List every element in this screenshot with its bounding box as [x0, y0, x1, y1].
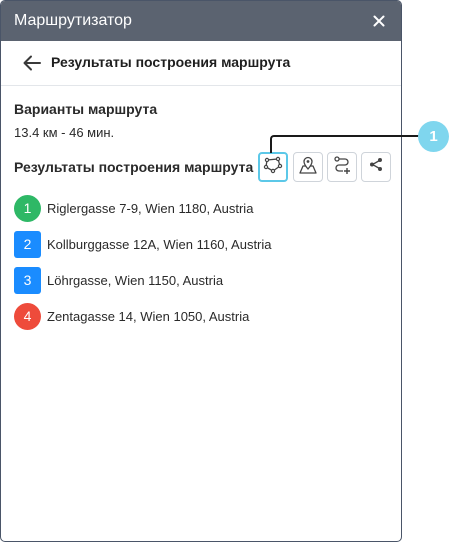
share-button[interactable]	[361, 152, 391, 182]
route-summary: 13.4 км - 46 мин.	[14, 125, 115, 140]
share-icon	[366, 155, 386, 180]
router-panel: Маршрутизатор Результаты построения марш…	[0, 0, 402, 542]
variants-label: Варианты маршрута	[14, 101, 158, 117]
stop-number-badge: 2	[14, 230, 41, 258]
show-on-map-button[interactable]	[293, 152, 323, 182]
callout-badge: 1	[418, 121, 449, 152]
show-route-polygon-button[interactable]	[258, 152, 288, 182]
route-stop: 2 Kollburggasse 12A, Wien 1160, Austria	[14, 230, 272, 258]
stop-address: Löhrgasse, Wien 1150, Austria	[47, 272, 224, 288]
page-title: Результаты построения маршрута	[51, 54, 291, 70]
title-bar: Маршрутизатор	[1, 1, 401, 41]
close-icon[interactable]	[367, 9, 391, 33]
callout-leader-line	[270, 135, 432, 153]
map-pin-icon	[298, 155, 318, 180]
stop-address: Kollburggasse 12A, Wien 1160, Austria	[47, 236, 272, 252]
panel-header: Результаты построения маршрута	[1, 41, 401, 86]
route-stop: 1 Riglergasse 7-9, Wien 1180, Austria	[14, 194, 253, 222]
create-route-button[interactable]	[327, 152, 357, 182]
window-title: Маршрутизатор	[14, 12, 132, 29]
stop-number-badge: 3	[14, 266, 41, 294]
route-stop: 4 Zentagasse 14, Wien 1050, Austria	[14, 302, 249, 330]
results-label: Результаты построения маршрута	[14, 159, 254, 175]
back-arrow-icon[interactable]	[21, 53, 43, 73]
polygon-icon	[263, 155, 283, 180]
stop-address: Riglergasse 7-9, Wien 1180, Austria	[47, 200, 254, 216]
route-add-icon	[332, 155, 352, 180]
stop-number-badge: 4	[14, 302, 41, 330]
stop-address: Zentagasse 14, Wien 1050, Austria	[47, 308, 250, 324]
stop-number-badge: 1	[14, 194, 41, 222]
route-stop: 3 Löhrgasse, Wien 1150, Austria	[14, 266, 223, 294]
